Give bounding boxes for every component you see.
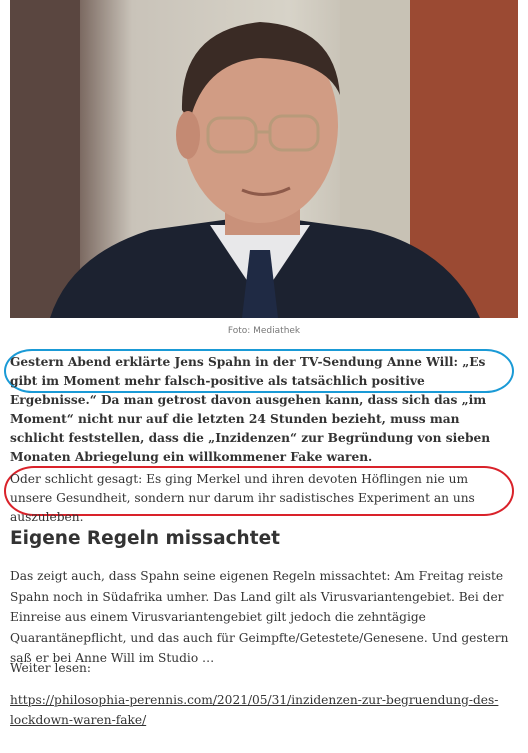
- portrait-illustration: [10, 0, 518, 318]
- photo-caption: Foto: Mediathek: [227, 326, 301, 336]
- paragraph-body: Das zeigt auch, dass Spahn seine eigenen…: [10, 569, 509, 665]
- source-link-paragraph: https://philosophia-perennis.com/2021/05…: [10, 690, 510, 730]
- source-link[interactable]: https://philosophia-perennis.com/2021/05…: [10, 693, 498, 727]
- read-more-label: Weiter lesen:: [10, 661, 91, 675]
- paragraph-quote: Gestern Abend erklärte Jens Spahn in der…: [10, 355, 491, 464]
- paragraph-opinion: Oder schlicht gesagt: Es ging Merkel und…: [10, 472, 475, 524]
- section-heading: Eigene Regeln missachtet: [10, 528, 280, 549]
- article-photo: [10, 0, 518, 318]
